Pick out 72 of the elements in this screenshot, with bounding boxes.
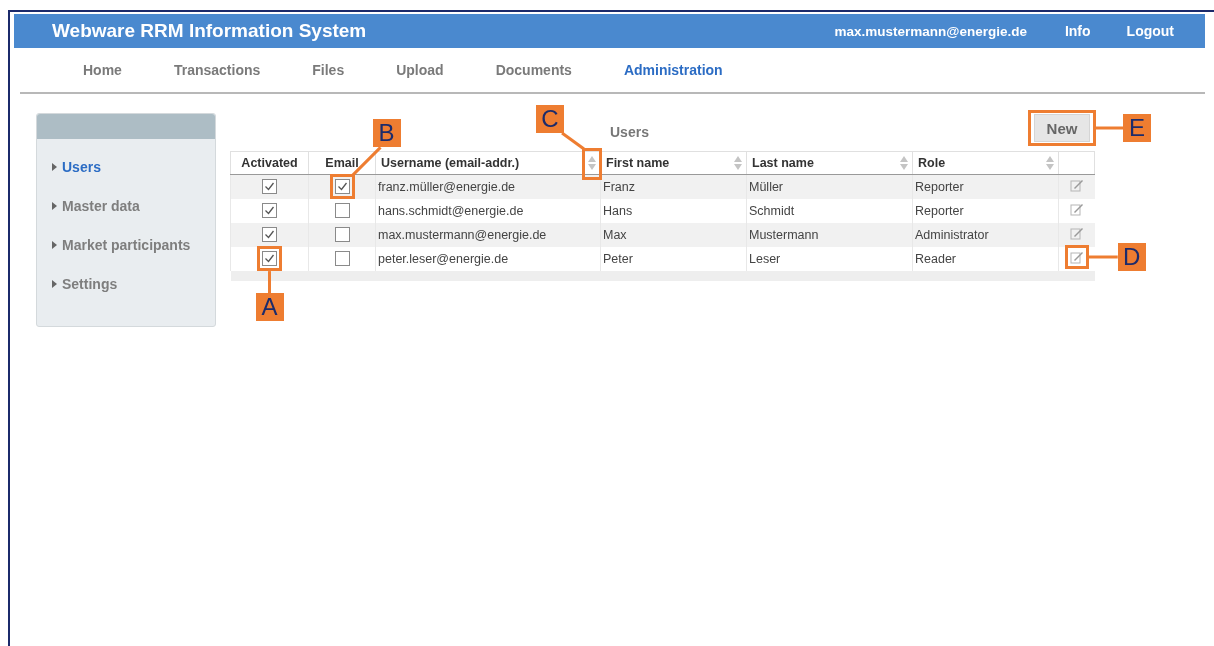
column-label: Username (email-addr.) [381,156,520,170]
new-button[interactable]: New [1034,114,1090,142]
sidebar-item[interactable]: Users [52,158,215,176]
table-cell: peter.leser@energie.de [375,246,601,271]
sort-icon[interactable] [1046,156,1054,170]
column-header: Activated [230,151,309,175]
table-cell: Hans [600,198,747,223]
callout-label: B [372,119,401,148]
table-cell: max.mustermann@energie.de [375,222,601,247]
highlight-frame [257,246,282,272]
table-cell: Mustermann [746,222,913,247]
edit-icon[interactable] [1069,250,1084,264]
header-link[interactable]: Info [1064,23,1091,39]
table-cell: Schmidt [746,198,913,223]
sort-icon[interactable] [588,156,596,170]
nav-tab[interactable]: Documents [495,62,572,78]
table-cell: Administrator [912,222,1059,247]
checkbox[interactable] [334,179,350,195]
sort-icon[interactable] [900,156,908,170]
edit-icon[interactable] [1069,178,1084,193]
leader-line [1088,255,1118,259]
table-cell: Müller [746,174,913,199]
column-header: Email [308,151,376,175]
triangle-icon [52,280,57,288]
checkbox[interactable] [262,203,277,219]
checkbox[interactable] [262,251,277,267]
user-email: max.mustermann@energie.de [834,23,1027,39]
callout-label: E [1123,114,1151,142]
nav-tab[interactable]: Administration [623,62,723,78]
table-cell: Max [600,222,747,247]
checkbox[interactable] [262,179,277,195]
triangle-icon [52,202,57,210]
callout-label: A [255,293,284,322]
callout-label: D [1117,243,1146,271]
table-cell: Reporter [912,198,1059,223]
table-cell: Reporter [912,174,1059,199]
edit-icon[interactable] [1069,202,1084,216]
sidebar-item[interactable]: Master data [52,197,215,215]
column-label: Role [918,156,946,170]
table-cell: franz.müller@energie.de [375,174,601,199]
sidebar-item[interactable]: Market participants [52,236,215,254]
checkbox[interactable] [262,227,277,243]
nav-tab[interactable]: Upload [396,62,444,78]
highlight-frame [329,174,355,200]
sort-icon[interactable] [734,156,742,170]
table-cell: hans.schmidt@energie.de [375,198,601,223]
table-cell: Leser [746,246,913,271]
triangle-icon [52,241,57,249]
sidebar-item[interactable]: Settings [52,275,215,293]
column-label: First name [606,156,670,170]
table-title: Users [610,124,649,140]
checkbox[interactable] [334,203,350,219]
table-cell: Peter [600,246,747,271]
edit-icon[interactable] [1069,226,1084,240]
highlight-frame [1064,245,1089,269]
highlight-frame [582,148,602,180]
table-cell: Franz [600,174,747,199]
leader-line [561,131,585,151]
header-link[interactable]: Logout [1126,23,1174,39]
nav-tab[interactable]: Home [83,62,122,78]
highlight-frame [1028,110,1096,146]
app-title: Webware RRM Information System [52,20,368,42]
callout-label: C [536,105,564,133]
nav-tab[interactable]: Transactions [173,62,261,78]
column-label: Last name [752,156,814,170]
leader-line [268,271,271,294]
checkbox[interactable] [334,227,350,243]
checkbox[interactable] [334,251,350,267]
triangle-icon [52,163,57,171]
nav-tab[interactable]: Files [312,62,345,78]
leader-line [1096,126,1123,130]
table-cell: Reader [912,246,1059,271]
